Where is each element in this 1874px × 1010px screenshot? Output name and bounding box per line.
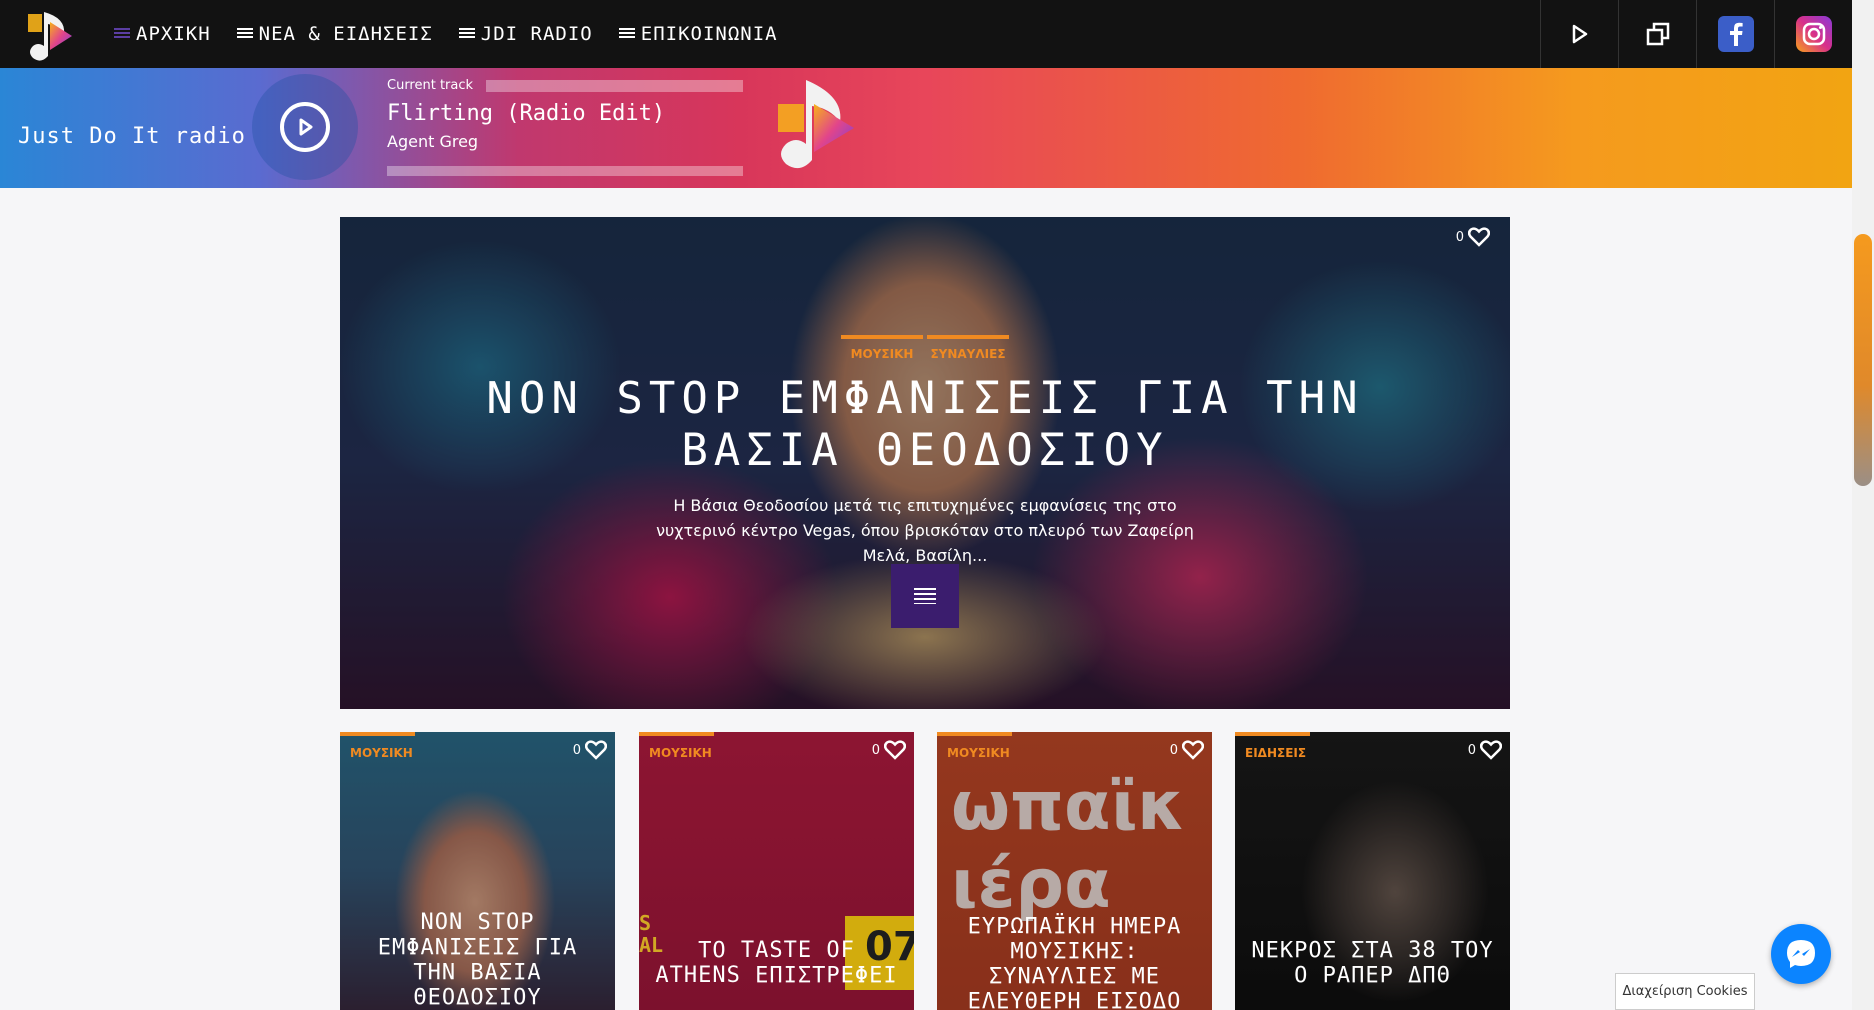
like-count: 0 — [572, 742, 581, 758]
nav-item-label: ΕΠΙΚΟΙΝΩΝΙΑ — [640, 23, 778, 45]
like-count: 0 — [1455, 229, 1464, 245]
article-card[interactable]: ΜΟΥΣΙΚΗ 0 NON STOP ΕΜΦΑΝΙΣΕΙΣ ΓΙΑ ΤΗΝ ΒΑ… — [340, 732, 615, 1010]
messenger-icon — [1787, 940, 1815, 968]
current-track-label: Current track — [387, 78, 474, 93]
progress-bar-bottom — [387, 166, 743, 176]
article-card[interactable]: S AL 07 ΜΟΥΣΙΚΗ 0 ΤΟ TASTE OF ATHENS ΕΠΙ… — [639, 732, 914, 1010]
messenger-chat-button[interactable] — [1771, 924, 1831, 984]
like-counter[interactable]: 0 — [1456, 227, 1490, 247]
category-tag[interactable]: ΜΟΥΣΙΚΗ — [639, 732, 714, 760]
nav-item-jdi-radio[interactable]: JDI RADIO — [458, 23, 593, 45]
hero-excerpt: Η Βάσια Θεοδοσίου μετά τις επιτυχημένες … — [656, 496, 1194, 565]
nav-item-home[interactable]: ΑΡΧΙΚΗ — [114, 23, 211, 45]
like-count: 0 — [1467, 742, 1476, 758]
radio-player-bar: Just Do It radio Current track Flirting … — [0, 68, 1852, 188]
nav-item-label: ΑΡΧΙΚΗ — [136, 23, 211, 45]
menu-lines-icon — [114, 28, 130, 40]
like-counter[interactable]: 0 — [1170, 740, 1204, 760]
article-card[interactable]: ωπαϊκ ιέρα ΜΟΥΣΙΚΗ 0 ΕΥΡΩΠΑΪΚΗ ΗΜΕΡΑ ΜΟΥ… — [937, 732, 1212, 1010]
menu-lines-icon — [618, 28, 635, 40]
read-more-button[interactable] — [891, 564, 959, 628]
category-tag[interactable]: ΜΟΥΣΙΚΗ — [340, 732, 415, 760]
featured-article[interactable]: 0 ΜΟΥΣΙΚΗ ΣΥΝΑΥΛΙΕΣ NON STOP ΕΜΦΑΝΙΣΕΙΣ … — [340, 217, 1510, 709]
heart-icon — [1182, 740, 1204, 760]
text-lines-icon — [914, 588, 936, 604]
track-title: Flirting (Radio Edit) — [387, 101, 666, 126]
instagram-icon — [1795, 16, 1832, 52]
play-button[interactable] — [1540, 0, 1618, 68]
menu-lines-icon — [458, 28, 475, 40]
cookie-settings-button[interactable]: Διαχείριση Cookies — [1615, 973, 1755, 1010]
nav-item-label: ΝΕΑ & ΕΙΔΗΣΕΙΣ — [258, 23, 433, 45]
scrollbar[interactable] — [1852, 0, 1874, 1010]
card-title[interactable]: ΕΥΡΩΠΑΪΚΗ ΗΜΕΡΑ ΜΟΥΣΙΚΗΣ: ΣΥΝΑΥΛΙΕΣ ΜΕ Ε… — [947, 914, 1202, 1010]
category-tag[interactable]: ΣΥΝΑΥΛΙΕΣ — [927, 335, 1009, 361]
menu-lines-icon — [236, 28, 253, 40]
category-tag[interactable]: ΜΟΥΣΙΚΗ — [841, 335, 923, 361]
progress-bar-top — [486, 80, 743, 92]
article-card[interactable]: ΕΙΔΗΣΕΙΣ 0 ΝΕΚΡΟΣ ΣΤΑ 38 ΤΟΥ Ο ΡΑΠΕΡ ΔΠΘ — [1235, 732, 1510, 1010]
site-logo[interactable] — [24, 4, 78, 64]
category-tag[interactable]: ΕΙΔΗΣΕΙΣ — [1235, 732, 1310, 760]
station-name: Just Do It radio — [18, 124, 246, 149]
heart-icon — [1480, 740, 1502, 760]
category-tag[interactable]: ΜΟΥΣΙΚΗ — [937, 732, 1012, 760]
scrollbar-thumb[interactable] — [1854, 234, 1872, 486]
heart-icon — [1468, 227, 1490, 247]
instagram-button[interactable] — [1774, 0, 1852, 68]
popup-window-icon — [1646, 22, 1669, 46]
play-icon — [1572, 24, 1587, 44]
hero-categories: ΜΟΥΣΙΚΗ ΣΥΝΑΥΛΙΕΣ — [340, 335, 1510, 361]
facebook-icon — [1717, 16, 1754, 52]
like-counter[interactable]: 0 — [573, 740, 607, 760]
track-artist: Agent Greg — [387, 132, 479, 151]
nav-item-label: JDI RADIO — [480, 23, 593, 45]
like-count: 0 — [1169, 742, 1178, 758]
heart-icon — [585, 740, 607, 760]
like-count: 0 — [871, 742, 880, 758]
heart-icon — [884, 740, 906, 760]
like-counter[interactable]: 0 — [1468, 740, 1502, 760]
top-actions — [1540, 0, 1852, 68]
card-title[interactable]: NON STOP ΕΜΦΑΝΙΣΕΙΣ ΓΙΑ ΤΗΝ ΒΑΣΙΑ ΘΕΟΔΟΣ… — [350, 910, 605, 1010]
facebook-button[interactable] — [1696, 0, 1774, 68]
card-title[interactable]: ΝΕΚΡΟΣ ΣΤΑ 38 ΤΟΥ Ο ΡΑΠΕΡ ΔΠΘ — [1245, 938, 1500, 988]
hero-title[interactable]: NON STOP ΕΜΦΑΝΙΣΕΙΣ ΓΙΑ ΤΗΝ ΒΑΣΙΑ ΘΕΟΔΟΣ… — [470, 373, 1380, 477]
popup-player-button[interactable] — [1618, 0, 1696, 68]
main-nav: ΑΡΧΙΚΗ ΝΕΑ & ΕΙΔΗΣΕΙΣ JDI RADIO ΕΠΙΚΟΙΝΩ… — [114, 23, 778, 45]
like-counter[interactable]: 0 — [872, 740, 906, 760]
player-play-button[interactable] — [252, 74, 358, 180]
card-title[interactable]: ΤΟ TASTE OF ATHENS ΕΠΙΣΤΡΕΦΕΙ — [649, 938, 904, 988]
play-circle-icon — [280, 102, 330, 152]
top-navbar: ΑΡΧΙΚΗ ΝΕΑ & ΕΙΔΗΣΕΙΣ JDI RADIO ΕΠΙΚΟΙΝΩ… — [0, 0, 1852, 68]
nav-item-contact[interactable]: ΕΠΙΚΟΙΝΩΝΙΑ — [618, 23, 778, 45]
nav-item-news[interactable]: ΝΕΑ & ΕΙΔΗΣΕΙΣ — [236, 23, 433, 45]
track-cover-logo — [772, 74, 862, 174]
